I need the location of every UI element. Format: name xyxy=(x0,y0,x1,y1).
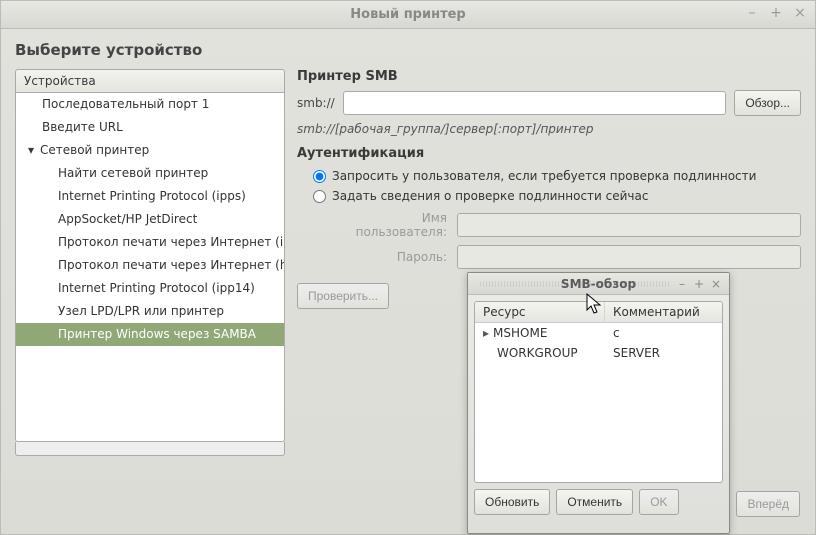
row-resource: MSHOME xyxy=(493,326,547,340)
window-controls: – + × xyxy=(743,5,809,23)
dialog-close-icon[interactable]: × xyxy=(709,277,723,291)
auth-radio-prompt[interactable]: Запросить у пользователя, если требуется… xyxy=(309,167,801,185)
smb-uri-hint: smb://[рабочая_группа/]сервер[:порт]/при… xyxy=(297,122,801,136)
password-label: Пароль: xyxy=(327,250,447,264)
col-resource[interactable]: Ресурс xyxy=(475,302,605,322)
smb-uri-prefix: smb:// xyxy=(297,96,335,110)
grid-row[interactable]: MSHOME c xyxy=(475,323,722,343)
dialog-minimize-icon[interactable]: – xyxy=(675,277,689,291)
tree-item-samba[interactable]: Принтер Windows через SAMBA xyxy=(16,323,284,346)
window-titlebar[interactable]: Новый принтер – + × xyxy=(1,1,815,29)
horizontal-scrollbar[interactable] xyxy=(15,442,285,456)
username-label: Имя пользователя: xyxy=(327,211,447,239)
verify-button: Проверить... xyxy=(297,283,389,309)
tree-item[interactable]: Протокол печати через Интернет (ipp) xyxy=(16,231,284,254)
tree-group-network[interactable]: Сетевой принтер xyxy=(16,139,284,162)
dialog-buttons: Обновить Отменить OK xyxy=(468,489,729,521)
auth-radio-prompt-label: Запросить у пользователя, если требуется… xyxy=(332,169,756,183)
device-list-panel: Устройства Последовательный порт 1 Введи… xyxy=(15,69,285,456)
tree-item[interactable]: Найти сетевой принтер xyxy=(16,162,284,185)
auth-radio-set[interactable]: Задать сведения о проверке подлинности с… xyxy=(309,187,801,205)
dialog-ok-button: OK xyxy=(639,489,678,515)
smb-section-title: Принтер SMB xyxy=(297,69,801,84)
dialog-titlebar[interactable]: SMB-обзор – + × xyxy=(468,273,729,295)
tree-item[interactable]: Узел LPD/LPR или принтер xyxy=(16,300,284,323)
device-tree[interactable]: Последовательный порт 1 Введите URL Сете… xyxy=(15,92,285,442)
minimize-icon[interactable]: – xyxy=(743,5,761,23)
username-input xyxy=(457,213,801,237)
auth-radio-set-input[interactable] xyxy=(313,190,326,203)
device-list-header: Устройства xyxy=(15,69,285,92)
forward-button: Вперёд xyxy=(736,491,800,517)
tree-item[interactable]: Введите URL xyxy=(16,116,284,139)
browse-button[interactable]: Обзор... xyxy=(734,90,801,116)
maximize-icon[interactable]: + xyxy=(767,5,785,23)
col-comment[interactable]: Комментарий xyxy=(605,302,722,322)
row-comment: SERVER xyxy=(605,343,722,363)
smb-resource-grid[interactable]: Ресурс Комментарий MSHOME c WORKGROUP SE… xyxy=(474,301,723,483)
auth-radio-set-label: Задать сведения о проверке подлинности с… xyxy=(332,189,648,203)
dialog-cancel-button[interactable]: Отменить xyxy=(556,489,633,515)
auth-radio-prompt-input[interactable] xyxy=(313,170,326,183)
grid-header: Ресурс Комментарий xyxy=(475,302,722,323)
refresh-button[interactable]: Обновить xyxy=(474,489,550,515)
tree-item[interactable]: Internet Printing Protocol (ipps) xyxy=(16,185,284,208)
row-resource: WORKGROUP xyxy=(475,343,605,363)
page-heading: Выберите устройство xyxy=(15,41,801,59)
row-comment: c xyxy=(605,323,722,343)
smb-uri-input[interactable] xyxy=(343,91,727,115)
tree-item[interactable]: AppSocket/HP JetDirect xyxy=(16,208,284,231)
window-title: Новый принтер xyxy=(350,7,465,22)
password-input xyxy=(457,245,801,269)
smb-browse-dialog: SMB-обзор – + × Ресурс Комментарий MSHOM… xyxy=(467,272,730,534)
dialog-title: SMB-обзор xyxy=(561,277,636,291)
close-icon[interactable]: × xyxy=(791,5,809,23)
tree-item[interactable]: Internet Printing Protocol (ipp14) xyxy=(16,277,284,300)
tree-item[interactable]: Протокол печати через Интернет (https) xyxy=(16,254,284,277)
tree-item[interactable]: Последовательный порт 1 xyxy=(16,93,284,116)
dialog-maximize-icon[interactable]: + xyxy=(692,277,706,291)
dialog-controls: – + × xyxy=(675,277,723,291)
auth-section-title: Аутентификация xyxy=(297,146,801,161)
grid-row[interactable]: WORKGROUP SERVER xyxy=(475,343,722,363)
row-expander-icon[interactable] xyxy=(483,326,493,340)
